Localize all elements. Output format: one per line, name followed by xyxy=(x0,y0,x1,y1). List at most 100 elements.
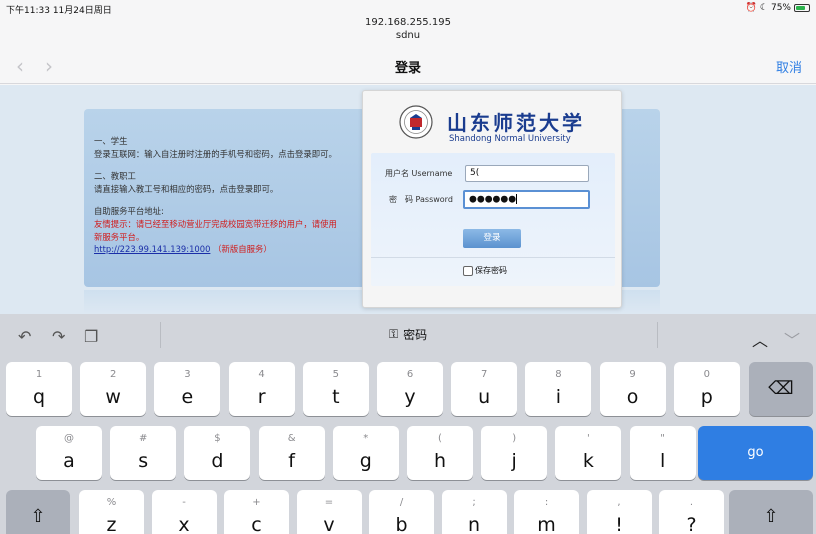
key-i[interactable]: 8i xyxy=(525,362,592,416)
key-b[interactable]: / b xyxy=(369,490,434,534)
password-value: ●●●●●● xyxy=(469,194,517,205)
key-hint: * xyxy=(363,433,369,444)
shift-key-left[interactable]: ⇧ xyxy=(6,490,70,534)
undo-icon[interactable]: ↶ xyxy=(18,327,31,346)
remember-password[interactable]: 保存密码 xyxy=(463,265,507,276)
chevron-up-icon[interactable]: ︿ xyxy=(752,327,768,351)
key-hint: 9 xyxy=(629,369,636,380)
key-hint: & xyxy=(287,433,296,444)
key-label: m xyxy=(537,514,556,534)
status-time: 下午11:33 11月24日周日 xyxy=(6,3,112,16)
backspace-key[interactable]: ⌫ xyxy=(749,362,813,416)
chevron-down-icon[interactable]: ﹀ xyxy=(784,327,800,351)
key-o[interactable]: 9o xyxy=(599,362,666,416)
redo-icon[interactable]: ↷ xyxy=(52,327,65,346)
student-heading: 一、学生 xyxy=(94,136,128,146)
key-label: u xyxy=(478,386,491,408)
username-value: 5( xyxy=(470,168,480,178)
key-hint: + xyxy=(252,497,261,508)
university-seal-icon xyxy=(399,105,433,139)
staff-heading: 二、教职工 xyxy=(94,171,136,182)
battery-fill xyxy=(796,6,805,10)
key-w[interactable]: 2w xyxy=(80,362,147,416)
key-k[interactable]: ' k xyxy=(555,426,622,480)
key-e[interactable]: 3e xyxy=(154,362,221,416)
key-s[interactable]: # s xyxy=(110,426,177,480)
keyboard: ↶ ↷ ❐ ⚿ 密码 ︿ ﹀ 1 q 2 w 3 e 4 r 5 t 6 y 7 u 8 i 9 o 0 p ⌫ @ a # s… xyxy=(0,314,816,534)
key-l[interactable]: " l xyxy=(629,426,696,480)
key-label: y xyxy=(404,386,416,408)
university-name-cn: 山东师范大学 xyxy=(447,111,585,135)
key-label: g xyxy=(359,450,372,472)
remember-checkbox[interactable] xyxy=(463,265,473,276)
status-right: ⏰ ☾ 75% xyxy=(746,3,810,13)
key-hint: 3 xyxy=(184,369,191,380)
key-label: x xyxy=(178,514,190,534)
login-button[interactable]: 登录 xyxy=(463,229,521,248)
selfservice-heading: 自助服务平台地址: xyxy=(94,206,164,217)
key-label: e xyxy=(181,386,194,408)
key-v[interactable]: = v xyxy=(296,490,362,534)
key-a[interactable]: @ a xyxy=(36,426,102,480)
shift-icon: ⇧ xyxy=(763,506,779,527)
key-hint: 7 xyxy=(481,369,488,380)
site-name: sdnu xyxy=(395,30,421,41)
backspace-icon: ⌫ xyxy=(768,378,794,399)
key-question[interactable]: .? xyxy=(659,490,724,534)
link-note: （新版自服务） xyxy=(213,244,272,255)
password-autofill-label: 密码 xyxy=(403,328,428,342)
key-label: t xyxy=(332,386,340,408)
password-autofill[interactable]: ⚿ 密码 xyxy=(389,326,427,343)
toolbar-separator xyxy=(657,322,658,348)
url-box[interactable]: 192.168.255.195 sdnu xyxy=(0,16,816,42)
key-j[interactable]: ) j xyxy=(481,426,548,480)
key-hint: 8 xyxy=(555,369,562,380)
key-t[interactable]: 5t xyxy=(302,362,369,416)
username-field[interactable]: 5( xyxy=(465,165,589,182)
page-title: 登录 xyxy=(394,61,421,76)
key-hint: . xyxy=(689,497,694,508)
key-r[interactable]: 4r xyxy=(228,362,295,416)
key-m[interactable]: :m xyxy=(514,490,579,534)
cancel-button[interactable]: 取消 xyxy=(776,57,802,76)
key-label: d xyxy=(211,450,224,472)
key-hint: ) xyxy=(512,433,517,444)
key-g[interactable]: * g xyxy=(332,426,399,480)
key-label: l xyxy=(659,450,666,472)
key-q[interactable]: 1q xyxy=(6,362,72,416)
key-f[interactable]: & f xyxy=(258,426,325,480)
key-label: b xyxy=(395,514,408,534)
key-x[interactable]: -x xyxy=(151,490,217,534)
password-field[interactable]: ●●●●●● xyxy=(463,190,590,209)
go-key[interactable]: go xyxy=(698,426,813,480)
key-d[interactable]: $ d xyxy=(184,426,251,480)
key-hint: = xyxy=(324,497,334,508)
login-box: 山东师范大学 Shandong Normal University 用户名 Us… xyxy=(362,90,622,308)
key-z[interactable]: % z xyxy=(79,490,144,534)
key-hint: # xyxy=(138,433,148,444)
key-p[interactable]: 0p xyxy=(673,362,740,416)
key-label: z xyxy=(106,514,117,534)
key-exclamation[interactable]: ,! xyxy=(586,490,652,534)
key-u[interactable]: 7u xyxy=(451,362,518,416)
key-h[interactable]: (h xyxy=(407,426,473,480)
key-label: a xyxy=(63,450,75,472)
battery-percent: 75% xyxy=(770,3,791,13)
key-label: n xyxy=(467,514,481,534)
key-n[interactable]: ; n xyxy=(441,490,507,534)
key-label: q xyxy=(32,386,46,408)
paste-icon[interactable]: ❐ xyxy=(84,327,98,346)
key-label: f xyxy=(288,450,295,472)
key-y[interactable]: 6y xyxy=(377,362,443,416)
password-label: 密 码 Password xyxy=(389,195,453,204)
key-c[interactable]: + c xyxy=(224,490,289,534)
university-name-en: Shandong Normal University xyxy=(449,134,571,144)
key-label: r xyxy=(257,386,266,408)
key-label: ! xyxy=(615,514,623,534)
shift-key-right[interactable]: ⇧ xyxy=(729,490,813,534)
staff-text: 请直接输入教工号和相应的密码，点击登录即可。 xyxy=(94,183,279,194)
key-label: s xyxy=(138,450,149,472)
url-text: 192.168.255.195 xyxy=(365,17,451,28)
selfservice-link[interactable]: http://223.99.141.139:1000 xyxy=(94,244,210,254)
key-label: v xyxy=(323,514,335,534)
